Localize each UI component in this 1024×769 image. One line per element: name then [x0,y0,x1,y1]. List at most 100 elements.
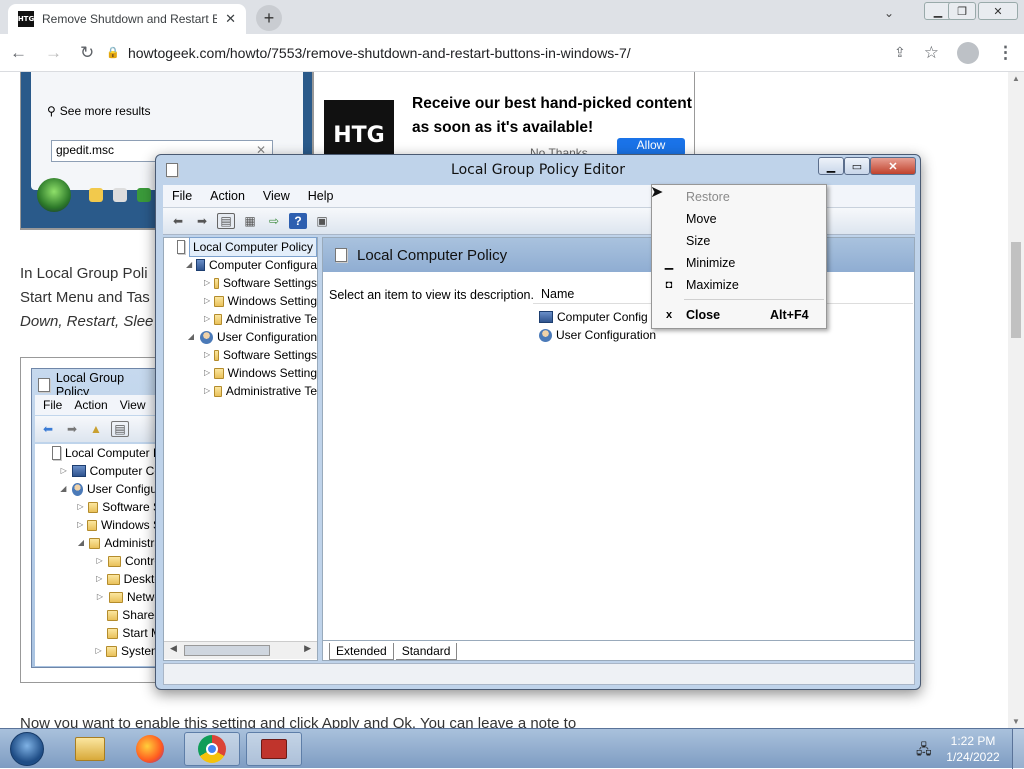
restore-window-button[interactable]: ❐ [948,2,976,20]
menu-item-size[interactable]: Size [652,230,826,252]
expand-arrow-icon[interactable]: ▷ [204,364,210,382]
tree-node[interactable]: Start M [37,624,161,642]
network-icon[interactable]: 🖧 [916,739,932,763]
scrollbar-thumb[interactable] [184,645,270,656]
filter-view-icon[interactable]: ▣ [313,213,331,229]
tree-node[interactable]: ▷ Windows Setting [164,292,317,310]
tree-horizontal-scrollbar[interactable]: ◀ ▶ [164,641,317,659]
forward-icon[interactable]: ➡ [193,213,211,229]
expand-arrow-icon[interactable]: ▷ [204,382,210,400]
screenshot-window: Local Group Policy File Action View ⬅ ➡ … [31,368,161,668]
tree-node[interactable]: ▷ Software Settings [164,346,317,364]
close-tab-icon[interactable]: ✕ [225,11,236,27]
expand-arrow-icon[interactable]: ▷ [77,498,84,516]
back-icon[interactable]: ← [10,43,27,63]
close-window-button[interactable]: ✕ [978,2,1018,20]
expand-arrow-icon[interactable]: ▷ [95,552,104,570]
tree-node[interactable]: Shared [37,606,161,624]
tree-node[interactable]: ▷ Netwo [37,588,161,606]
menu-item-move[interactable]: Move [652,208,826,230]
tree-node[interactable]: Local Computer Policy [164,237,317,257]
tree-node[interactable]: ▷ Contro [37,552,161,570]
tree-node-label: Computer Configura [208,258,317,272]
profile-avatar-icon[interactable] [957,41,979,64]
tree-node[interactable]: ▷ Computer Co [37,462,161,480]
gpe-maximize-button[interactable]: ▭ [844,157,870,175]
tree-node[interactable]: ▷ Windows Setting [164,364,317,382]
tree-node[interactable]: ◢ User Configur [37,480,161,498]
share-icon[interactable]: ⇪ [894,44,906,61]
tree-node[interactable]: Local Computer P [37,444,161,462]
expand-arrow-icon[interactable]: ▷ [77,516,83,534]
see-more-results-link[interactable]: ⚲ See more results [47,104,151,118]
expand-arrow-icon[interactable]: ▷ [204,292,210,310]
tree-node[interactable]: ◢ Computer Configura [164,256,317,274]
address-bar[interactable]: 🔒 howtogeek.com/howto/7553/remove-shutdo… [106,45,876,61]
help-icon[interactable]: ? [289,213,307,229]
taskbar-app-icon[interactable] [89,188,103,202]
menu-file[interactable]: File [163,189,201,203]
bookmark-star-icon[interactable]: ☆ [924,43,939,63]
taskbar-app-icon[interactable] [137,188,151,202]
firefox-taskbar-icon[interactable] [122,732,178,766]
article-screenshot-gpedit: Local Group Policy File Action View ⬅ ➡ … [20,357,161,683]
tree-node[interactable]: ▷ Deskto [37,570,161,588]
start-orb-icon[interactable] [37,178,71,212]
taskbar-clock[interactable]: 1:22 PM 1/24/2022 [940,733,1006,765]
tree-node-label: Local Computer Policy [188,237,317,257]
menu-item-maximize[interactable]: ◘ Maximize [652,274,826,296]
tree-node[interactable]: ▷ Administrative Te [164,310,317,328]
menu-view[interactable]: View [254,189,299,203]
tab-extended[interactable]: Extended [329,643,394,660]
gpe-minimize-button[interactable]: ▁ [818,157,844,175]
scrollbar-thumb[interactable] [1011,242,1021,338]
new-tab-button[interactable]: + [256,5,282,31]
search-icon: ⚲ [47,104,56,118]
start-button[interactable] [0,732,54,766]
show-hide-tree-icon[interactable]: ▤ [217,213,235,229]
list-item[interactable]: User Configuration [539,326,656,344]
tab-search-chevron-icon[interactable]: ⌄ [884,6,894,20]
expand-arrow-icon[interactable]: ▷ [204,310,210,328]
tree-node[interactable]: ▷ Administrative Te [164,382,317,400]
tree-node-label: Local Computer P [64,446,161,460]
back-icon[interactable]: ⬅ [169,213,187,229]
list-item[interactable]: Computer Config [539,308,656,326]
page-scrollbar[interactable]: ▲ ▼ [1008,72,1024,728]
expand-arrow-icon[interactable]: ◢ [186,328,196,346]
article-bottom-text: Now you want to enable this setting and … [20,715,577,728]
file-explorer-taskbar-icon[interactable] [62,732,118,766]
tree-node[interactable]: ▷ System [37,642,161,660]
menu-help[interactable]: Help [299,189,343,203]
toolbox-taskbar-icon[interactable] [246,732,302,766]
expand-arrow-icon[interactable]: ◢ [186,256,192,274]
expand-arrow-icon[interactable]: ▷ [204,274,210,292]
menu-item-minimize[interactable]: ▁ Minimize [652,252,826,274]
tree-node[interactable]: ▷ Windows S [37,516,161,534]
folder-icon [106,645,117,657]
chrome-menu-icon[interactable]: ⋮ [997,43,1014,63]
expand-arrow-icon[interactable]: ▷ [59,462,68,480]
export-list-icon[interactable]: ⇨ [265,213,283,229]
forward-icon[interactable]: → [45,43,62,63]
gpe-close-button[interactable]: ✕ [870,157,916,175]
tree-node[interactable]: ◢ User Configuration [164,328,317,346]
expand-arrow-icon[interactable]: ▷ [95,570,103,588]
expand-arrow-icon[interactable]: ◢ [59,480,68,498]
menu-item-close[interactable]: x Close Alt+F4 [652,304,826,326]
show-desktop-button[interactable] [1012,729,1024,769]
tree-node[interactable]: ▷ Software Settings [164,274,317,292]
tree-node[interactable]: ▷ Software S [37,498,161,516]
properties-icon[interactable]: ▦ [241,213,259,229]
expand-arrow-icon[interactable]: ▷ [204,346,210,364]
chrome-taskbar-icon[interactable] [184,732,240,766]
reload-icon[interactable]: ↻ [80,43,94,63]
expand-arrow-icon[interactable]: ◢ [77,534,85,552]
tree-node[interactable]: ◢ Administra [37,534,161,552]
menu-action[interactable]: Action [201,189,254,203]
tab-standard[interactable]: Standard [395,643,458,660]
browser-tab[interactable]: HTG Remove Shutdown and Restart B ✕ [8,4,246,34]
expand-arrow-icon[interactable]: ▷ [95,588,105,606]
expand-arrow-icon[interactable]: ▷ [95,642,102,660]
taskbar-app-icon[interactable] [113,188,127,202]
